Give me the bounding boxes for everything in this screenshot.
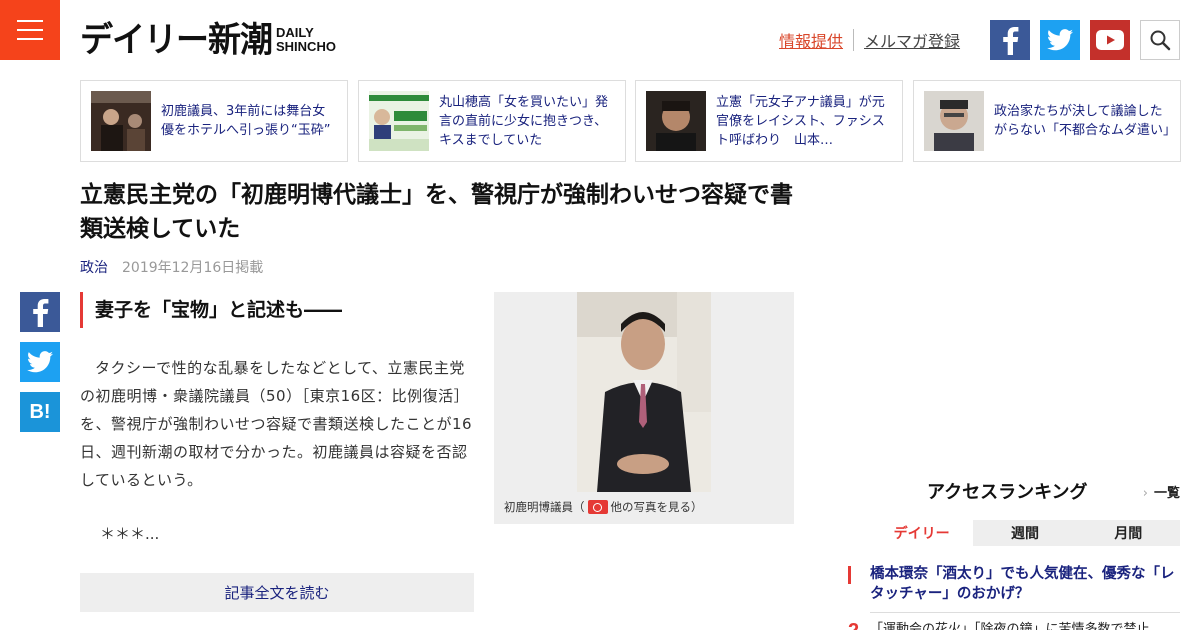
rank-title: 「運動会の花火」「除夜の鐘」に苦情多数で禁止: [870, 622, 1150, 630]
photo-box: 初鹿明博議員（ 他の写真を見る）: [494, 292, 794, 524]
related-card-text: 丸山穂高「女を買いたい」発言の直前に少女に抱きつき、キスまでしていた: [439, 94, 609, 148]
search-icon: [1150, 30, 1171, 51]
related-card[interactable]: 立憲「元女子アナ議員」が元官僚をレイシスト、ファシスト呼ばわり 山本…: [635, 80, 903, 162]
tab-weekly[interactable]: 週間: [973, 520, 1077, 546]
hatena-bookmark-icon: B!: [29, 400, 51, 423]
share-hatena-button[interactable]: B!: [20, 392, 60, 432]
menu-line: [17, 29, 43, 31]
ranking-title: アクセスランキング: [927, 482, 1088, 503]
twitter-icon: [27, 351, 53, 373]
related-card[interactable]: 政治家たちが決して議論したがらない「不都合なムダ遣い」: [913, 80, 1181, 162]
share-facebook-button[interactable]: [20, 292, 60, 332]
camera-icon: [587, 500, 608, 514]
twitter-button[interactable]: [1040, 20, 1080, 60]
logo-english: DAILY SHINCHO: [276, 26, 336, 54]
related-articles: 初鹿議員、3年前には舞台女優をホテルへ引っ張り“玉砕” 丸山穂高「女を買いたい」…: [80, 80, 1181, 162]
youtube-button[interactable]: [1090, 20, 1130, 60]
menu-line: [17, 20, 43, 22]
menu-line: [17, 38, 43, 40]
ranking-all-link[interactable]: 一覧: [1143, 482, 1180, 501]
logo-japanese: デイリー新潮: [80, 19, 273, 60]
info-submit-link[interactable]: 情報提供: [779, 28, 843, 52]
publish-date: 2019年12月16日掲載: [122, 260, 264, 276]
related-thumbnail: [646, 91, 706, 151]
article-meta: 政治 2019年12月16日掲載: [80, 257, 263, 277]
other-photos-link[interactable]: 他の写真を見る）: [611, 499, 703, 515]
share-twitter-button[interactable]: [20, 342, 60, 382]
related-card-text: 政治家たちが決して議論したがらない「不都合なムダ遣い」: [994, 104, 1170, 138]
newsletter-link[interactable]: メルマガ登録: [864, 28, 960, 52]
rank-title: 橋本環奈「酒太り」でも人気健在、優秀な「レタッチャー」のおかげ？: [870, 566, 1175, 602]
link-divider: [853, 29, 855, 51]
hamburger-menu-button[interactable]: [0, 0, 60, 60]
site-logo[interactable]: デイリー新潮 DAILY SHINCHO: [80, 19, 336, 60]
related-card[interactable]: 初鹿議員、3年前には舞台女優をホテルへ引っ張り“玉砕”: [80, 80, 348, 162]
category-link[interactable]: 政治: [80, 257, 108, 277]
logo-en-line2: SHINCHO: [276, 39, 336, 54]
tab-daily[interactable]: デイリー: [870, 520, 974, 546]
article-ellipsis: ＊＊＊...: [100, 525, 160, 543]
related-card-text: 立憲「元女子アナ議員」が元官僚をレイシスト、ファシスト呼ばわり 山本…: [716, 94, 885, 148]
tab-monthly[interactable]: 月間: [1076, 520, 1180, 546]
twitter-icon: [1047, 29, 1073, 51]
related-card-text: 初鹿議員、3年前には舞台女優をホテルへ引っ張り“玉砕”: [161, 104, 331, 138]
rank-number: 2: [848, 620, 859, 630]
ranking-header: アクセスランキング 一覧: [870, 478, 1180, 504]
article-body: タクシーで性的な乱暴をしたなどとして、立憲民主党の初鹿明博・衆議院議員（50）［…: [80, 359, 473, 489]
search-button[interactable]: [1140, 20, 1180, 60]
facebook-icon: [33, 299, 49, 327]
youtube-icon: [1096, 30, 1124, 50]
article-photo[interactable]: [577, 292, 711, 492]
read-full-article-button[interactable]: 記事全文を読む: [80, 573, 474, 612]
ranking-tabs: デイリー 週間 月間: [870, 520, 1180, 546]
article-title: 立憲民主党の「初鹿明博代議士」を、警視庁が強制わいせつ容疑で書類送検していた: [80, 182, 793, 242]
facebook-icon: [1003, 27, 1019, 55]
header-links: 情報提供 メルマガ登録: [779, 28, 960, 52]
rank-number: 1: [848, 566, 851, 584]
related-card[interactable]: 丸山穂高「女を買いたい」発言の直前に少女に抱きつき、キスまでしていた: [358, 80, 626, 162]
related-thumbnail: [91, 91, 151, 151]
article-subhead: 妻子を「宝物」と記述も――: [80, 292, 342, 328]
photo-caption-name: 初鹿明博議員（: [504, 500, 585, 514]
logo-en-line1: DAILY: [276, 25, 314, 40]
facebook-button[interactable]: [990, 20, 1030, 60]
ranking-divider: [870, 612, 1180, 613]
photo-caption: 初鹿明博議員（ 他の写真を見る）: [504, 499, 703, 515]
related-thumbnail: [369, 91, 429, 151]
related-thumbnail: [924, 91, 984, 151]
